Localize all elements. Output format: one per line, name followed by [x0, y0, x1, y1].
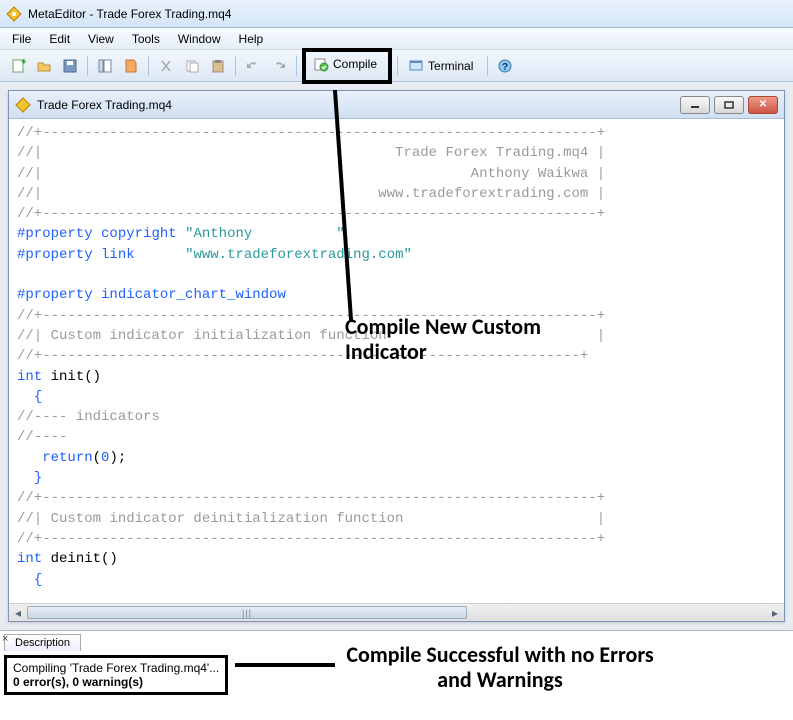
annotation-line-2	[235, 663, 335, 667]
scroll-thumb[interactable]: |||	[27, 606, 467, 619]
document-titlebar: Trade Forex Trading.mq4 ✕	[9, 91, 784, 119]
annotation-compile: Compile New Custom Indicator	[345, 314, 605, 365]
svg-text:?: ?	[502, 62, 508, 73]
compile-status-box: Compiling 'Trade Forex Trading.mq4'... 0…	[4, 655, 228, 695]
menubar: File Edit View Tools Window Help	[0, 28, 793, 50]
annotation-success: Compile Successful with no Errors and Wa…	[340, 642, 660, 693]
menu-file[interactable]: File	[4, 30, 39, 48]
compile-status-line1: Compiling 'Trade Forex Trading.mq4'...	[13, 661, 219, 675]
toolbar: + Compile Terminal ?	[0, 50, 793, 82]
terminal-icon	[408, 58, 424, 74]
open-button[interactable]	[32, 54, 56, 78]
paste-button[interactable]	[206, 54, 230, 78]
menu-edit[interactable]: Edit	[41, 30, 78, 48]
help-button[interactable]: ?	[493, 54, 517, 78]
menu-help[interactable]: Help	[231, 30, 272, 48]
terminal-button[interactable]: Terminal	[403, 54, 482, 78]
compile-button[interactable]: Compile	[308, 52, 386, 76]
compile-highlight-box: Compile	[302, 48, 392, 84]
compile-icon	[313, 56, 329, 72]
compile-status-line2: 0 error(s), 0 warning(s)	[13, 675, 219, 689]
save-button[interactable]	[58, 54, 82, 78]
new-file-button[interactable]: +	[6, 54, 30, 78]
menu-window[interactable]: Window	[170, 30, 229, 48]
book-button[interactable]	[119, 54, 143, 78]
errors-tab-description[interactable]: Description	[4, 634, 81, 651]
app-title: MetaEditor - Trade Forex Trading.mq4	[28, 7, 231, 21]
svg-text:+: +	[21, 58, 26, 68]
cut-button[interactable]	[154, 54, 178, 78]
compile-label: Compile	[333, 57, 377, 71]
minimize-button[interactable]	[680, 96, 710, 114]
terminal-label: Terminal	[428, 59, 473, 73]
scroll-left-arrow[interactable]: ◂	[9, 604, 27, 622]
scroll-right-arrow[interactable]: ▸	[766, 604, 784, 622]
panel-close-icon[interactable]: ×	[2, 633, 8, 645]
document-title: Trade Forex Trading.mq4	[37, 98, 674, 112]
app-titlebar: MetaEditor - Trade Forex Trading.mq4	[0, 0, 793, 28]
redo-button[interactable]	[267, 54, 291, 78]
copy-button[interactable]	[180, 54, 204, 78]
undo-button[interactable]	[241, 54, 265, 78]
maximize-button[interactable]	[714, 96, 744, 114]
document-icon	[15, 97, 31, 113]
horizontal-scrollbar[interactable]: ◂ ||| ▸	[9, 603, 784, 621]
close-button[interactable]: ✕	[748, 96, 778, 114]
menu-tools[interactable]: Tools	[124, 30, 168, 48]
app-icon	[6, 6, 22, 22]
navigator-button[interactable]	[93, 54, 117, 78]
menu-view[interactable]: View	[80, 30, 122, 48]
